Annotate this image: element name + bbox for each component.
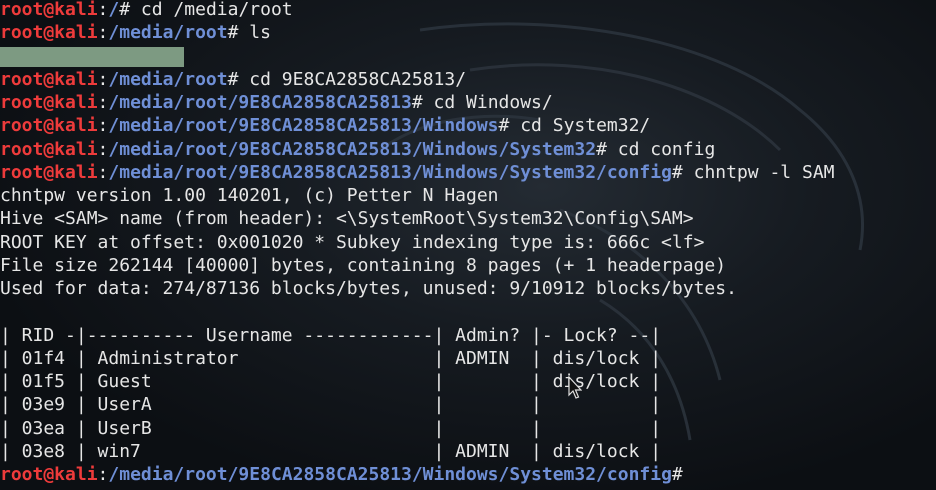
prompt-line: root@kali:/media/root/9E8CA2858CA25813/W…	[0, 161, 835, 184]
output-text: ROOT KEY at offset: 0x001020 * Subkey in…	[0, 231, 705, 253]
prompt-separator: :	[97, 22, 109, 44]
output-line: | 03e9 | UserA | | |	[0, 393, 835, 416]
prompt-user-host: root@kali	[0, 161, 98, 183]
prompt-line: root@kali:/media/root/9E8CA2858CA25813/W…	[0, 114, 835, 137]
output-text: | RID -|---------- Username ------------…	[0, 324, 662, 346]
prompt-line: root@kali:/media/root/9E8CA2858CA25813/W…	[0, 463, 835, 486]
output-text: | 01f4 | Administrator | ADMIN | dis/loc…	[0, 347, 662, 369]
terminal-window[interactable]: root@kali:/# cd /media/root root@kali:/me…	[0, 0, 936, 490]
output-text: File size 262144 [40000] bytes, containi…	[0, 254, 727, 276]
prompt-separator: :	[97, 138, 109, 160]
prompt-path: /media/root/9E8CA2858CA25813/Windows/Sys…	[108, 464, 672, 485]
prompt-symbol: #	[227, 22, 250, 44]
output-text: chntpw version 1.00 140201, (c) Petter N…	[0, 185, 499, 206]
command-text: cd System32/	[520, 115, 651, 137]
prompt-separator: :	[97, 161, 109, 183]
output-line: File size 262144 [40000] bytes, containi…	[0, 254, 835, 277]
prompt-user-host: root@kali	[0, 115, 98, 137]
prompt-symbol: #	[227, 68, 250, 90]
prompt-user-host: root@kali	[0, 68, 98, 90]
command-text: cd 9E8CA2858CA25813/	[249, 68, 467, 90]
redacted-line	[0, 45, 835, 68]
command-text: cd config	[617, 138, 716, 160]
prompt-line: root@kali:/media/root/9E8CA2858CA25813/W…	[0, 138, 835, 161]
prompt-symbol: #	[498, 115, 521, 137]
output-line: chntpw version 1.00 140201, (c) Petter N…	[0, 184, 835, 207]
text-cursor[interactable]	[683, 465, 693, 484]
prompt-user-host: root@kali	[0, 138, 98, 160]
output-text: | 03ea | UserB | | |	[0, 417, 662, 439]
prompt-user-host: root@kali	[0, 0, 98, 20]
output-line: | 01f5 | Guest | | dis/lock |	[0, 370, 835, 393]
prompt-path: /media/root	[108, 68, 228, 90]
output-line: ROOT KEY at offset: 0x001020 * Subkey in…	[0, 231, 835, 254]
prompt-separator: :	[97, 115, 109, 137]
prompt-path: /media/root/9E8CA2858CA25813/Windows	[108, 115, 499, 137]
prompt-line: root@kali:/media/root# ls	[0, 21, 835, 44]
output-text: | 03e8 | win7 | ADMIN | dis/lock |	[0, 440, 662, 462]
output-line: | 01f4 | Administrator | ADMIN | dis/loc…	[0, 347, 835, 370]
terminal-output: root@kali:/# cd /media/root root@kali:/me…	[0, 0, 835, 486]
command-text: ls	[249, 22, 271, 44]
prompt-path: /media/root/9E8CA2858CA25813	[108, 92, 412, 113]
prompt-separator: :	[97, 0, 109, 20]
prompt-path: /media/root	[108, 22, 228, 44]
prompt-user-host: root@kali	[0, 22, 98, 44]
prompt-path: /media/root/9E8CA2858CA25813/Windows/Sys…	[108, 161, 672, 183]
output-text: | 03e9 | UserA | | |	[0, 394, 662, 416]
prompt-separator: :	[97, 68, 109, 90]
prompt-line: root@kali:/media/root/9E8CA2858CA25813# …	[0, 91, 835, 114]
prompt-path: /	[108, 0, 120, 20]
redacted-block	[0, 46, 184, 67]
output-text: Hive <SAM> name (from header): <\SystemR…	[0, 208, 694, 230]
prompt-line: root@kali:/media/root# cd 9E8CA2858CA258…	[0, 68, 835, 91]
prompt-user-host: root@kali	[0, 464, 98, 485]
command-text: cd Windows/	[433, 92, 553, 113]
command-text: chntpw -l SAM	[693, 161, 835, 183]
prompt-path: /media/root/9E8CA2858CA25813/Windows/Sys…	[108, 138, 597, 160]
prompt-separator: :	[97, 464, 109, 485]
prompt-symbol: #	[119, 0, 141, 20]
output-line: Used for data: 274/87136 blocks/bytes, u…	[0, 277, 835, 300]
command-text: cd /media/root	[140, 0, 293, 20]
prompt-line: root@kali:/# cd /media/root	[0, 0, 835, 21]
prompt-separator: :	[97, 92, 109, 113]
prompt-symbol: #	[411, 92, 434, 113]
prompt-symbol: #	[671, 464, 683, 485]
output-text: | 01f5 | Guest | | dis/lock |	[0, 371, 662, 392]
output-text: Used for data: 274/87136 blocks/bytes, u…	[0, 278, 737, 299]
output-line: Hive <SAM> name (from header): <\SystemR…	[0, 207, 835, 230]
output-line: | 03e8 | win7 | ADMIN | dis/lock |	[0, 440, 835, 463]
output-line: | RID -|---------- Username ------------…	[0, 324, 835, 347]
prompt-user-host: root@kali	[0, 92, 98, 113]
prompt-symbol: #	[671, 161, 694, 183]
prompt-symbol: #	[596, 138, 618, 160]
output-line: | 03ea | UserB | | |	[0, 417, 835, 440]
